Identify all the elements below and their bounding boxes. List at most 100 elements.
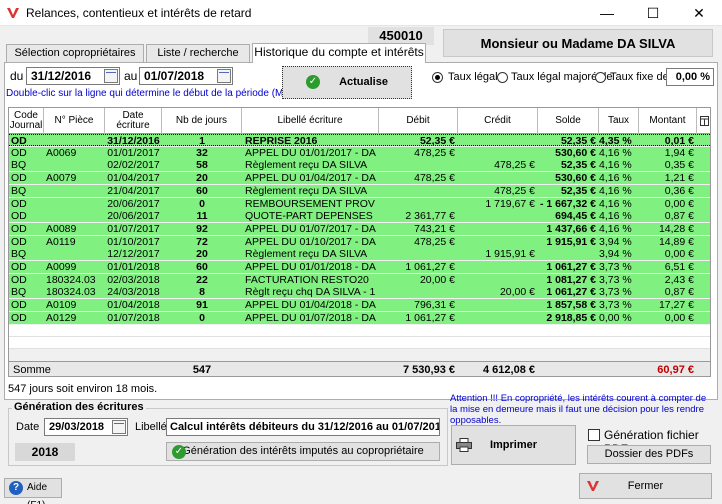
pdf-checkbox[interactable]	[588, 429, 600, 441]
col-solde[interactable]: Solde	[538, 108, 599, 134]
from-date-field[interactable]: 31/12/2016	[26, 67, 120, 85]
table-row[interactable]: OD A0069 01/01/2017 32 APPEL DU 01/01/2017 -…	[9, 147, 710, 159]
column-chooser-icon[interactable]	[697, 108, 710, 134]
empty-row	[9, 325, 710, 337]
cell-piece	[46, 185, 104, 197]
col-date[interactable]: Date écriture	[105, 108, 162, 134]
libelle-input[interactable]: Calcul intérêts débiteurs du 31/12/2016 …	[166, 418, 440, 436]
table-row[interactable]: OD A0099 01/01/2018 60 APPEL DU 01/01/2018 -…	[9, 261, 710, 273]
cell-montant: 6,51 €	[664, 261, 694, 273]
cell-taux: 4,16 %	[599, 223, 632, 235]
generation-title: Génération des écritures	[12, 401, 146, 413]
generation-date-field[interactable]: 29/03/2018	[44, 418, 128, 436]
table-row[interactable]: OD 31/12/2016 1 REPRISE 2016 52,35 €52,35 €4…	[9, 134, 710, 147]
table-row[interactable]: BQ 02/02/2017 58 Règlement reçu DA SILVA 478…	[9, 159, 710, 171]
generation-year: 2018	[15, 443, 75, 461]
check-icon: ✓	[306, 75, 320, 90]
cell-solde: - 1 667,32 €	[539, 198, 596, 210]
table-row[interactable]: OD 20/06/2017 0 REMBOURSEMENT PROV 1 719,67 …	[9, 198, 710, 210]
radio-taux-fixe[interactable]	[595, 72, 606, 83]
col-montant[interactable]: Montant	[639, 108, 697, 134]
radio-taux-legal-majore[interactable]	[497, 72, 508, 83]
cell-journal: BQ	[11, 185, 27, 197]
cell-montant: 0,00 €	[664, 312, 694, 324]
table-row[interactable]: OD A0129 01/07/2018 0 APPEL DU 01/07/2018 - …	[9, 312, 710, 324]
cell-solde: 52,35 €	[560, 135, 596, 147]
cell-montant: 0,00 €	[664, 198, 694, 210]
radio-taux-legal[interactable]	[432, 72, 443, 83]
table-row[interactable]: OD A0119 01/10/2017 72 APPEL DU 01/10/2017 -…	[9, 236, 710, 248]
col-taux[interactable]: Taux	[599, 108, 639, 134]
cell-credit	[458, 274, 535, 286]
refresh-button[interactable]: ✓ Actualise	[282, 66, 412, 99]
cell-montant: 0,01 €	[664, 135, 694, 147]
cell-days: 0	[199, 312, 205, 324]
table-row[interactable]: BQ 180324.03 24/03/2018 8 Règlt reçu chq DA …	[9, 286, 710, 298]
calendar-icon[interactable]	[112, 420, 126, 434]
cell-piece	[46, 248, 104, 260]
table-row[interactable]: OD A0109 01/04/2018 91 APPEL DU 01/04/2018 -…	[9, 299, 710, 311]
cell-journal: OD	[11, 312, 27, 324]
from-date-value: 31/12/2016	[31, 69, 92, 83]
cell-taux: 4,16 %	[599, 210, 632, 222]
cell-taux: 3,73 %	[599, 261, 632, 273]
cell-debit	[379, 286, 455, 298]
cell-credit	[458, 236, 535, 248]
cell-days: 58	[196, 159, 208, 171]
cell-debit: 52,35 €	[419, 135, 455, 147]
cell-libelle: REPRISE 2016	[245, 135, 318, 147]
empty-row	[9, 337, 710, 349]
calendar-icon[interactable]	[217, 69, 231, 83]
cell-libelle: APPEL DU 01/04/2018 - DA	[245, 299, 376, 311]
tab-liste-recherche[interactable]: Liste / recherche	[146, 44, 250, 62]
cell-debit: 743,21 €	[414, 223, 455, 235]
cell-credit: 20,00 €	[499, 286, 535, 298]
help-button[interactable]: ? Aide (F1)	[4, 478, 62, 504]
cell-journal: OD	[11, 274, 27, 286]
col-nb-jours[interactable]: Nb de jours	[162, 108, 242, 134]
maximize-button[interactable]: ☐	[630, 0, 676, 26]
check-icon: ✓	[172, 445, 186, 459]
cell-taux: 0,00 %	[599, 312, 632, 324]
cell-solde: 52,35 €	[560, 185, 596, 197]
app-logo-icon	[7, 8, 19, 18]
col-num-piece[interactable]: N° Pièce	[44, 108, 105, 134]
table-row[interactable]: OD A0089 01/07/2017 92 APPEL DU 01/07/2017 -…	[9, 223, 710, 235]
cell-credit	[458, 299, 535, 311]
cell-solde: 1 081,27 €	[546, 274, 596, 286]
table-row[interactable]: OD 180324.03 02/03/2018 22 FACTURATION RESTO…	[9, 274, 710, 286]
col-debit[interactable]: Débit	[379, 108, 458, 134]
calendar-icon[interactable]	[104, 69, 118, 83]
table-row[interactable]: BQ 21/04/2017 60 Règlement reçu DA SILVA 478…	[9, 185, 710, 197]
cell-days: 60	[196, 261, 208, 273]
cell-debit: 478,25 €	[414, 236, 455, 248]
owner-name: Monsieur ou Madame DA SILVA	[443, 29, 713, 57]
close-button[interactable]: Fermer	[579, 473, 712, 499]
cell-piece: A0079	[46, 172, 77, 184]
to-date-field[interactable]: 01/07/2018	[139, 67, 233, 85]
cell-credit	[458, 135, 535, 147]
print-label: Imprimer	[489, 439, 538, 451]
cell-montant: 0,87 €	[664, 210, 694, 222]
cell-solde: 694,45 €	[555, 210, 596, 222]
col-libelle[interactable]: Libellé écriture	[242, 108, 379, 134]
tab-historique[interactable]: Historique du compte et intérêts	[252, 43, 426, 63]
table-row[interactable]: OD A0079 01/04/2017 20 APPEL DU 01/04/2017 -…	[9, 172, 710, 184]
cell-solde: 1 915,91 €	[546, 236, 596, 248]
cell-piece: A0129	[46, 312, 77, 324]
pdf-folder-button[interactable]: Dossier des PDFs	[587, 445, 711, 464]
taux-fixe-input[interactable]: 0,00 %	[666, 68, 714, 86]
cell-taux: 3,94 %	[599, 236, 632, 248]
cell-date: 12/12/2017	[107, 248, 160, 260]
table-row[interactable]: OD 20/06/2017 11 QUOTE-PART DEPENSES 2 361,7…	[9, 210, 710, 222]
col-credit[interactable]: Crédit	[458, 108, 538, 134]
minimize-button[interactable]: —	[584, 0, 630, 26]
table-row[interactable]: BQ 12/12/2017 20 Règlement reçu DA SILVA 1 9…	[9, 248, 710, 260]
print-button[interactable]: Imprimer	[451, 425, 576, 465]
cell-days: 92	[196, 223, 208, 235]
generate-interest-button[interactable]: ✓ Génération des intérêts imputés au cop…	[166, 442, 440, 461]
close-window-button[interactable]: ✕	[676, 0, 722, 26]
tab-selection-coproprietaires[interactable]: Sélection copropriétaires	[6, 44, 144, 62]
col-code-journal[interactable]: Code Journal	[9, 108, 44, 134]
cell-days: 22	[196, 274, 208, 286]
